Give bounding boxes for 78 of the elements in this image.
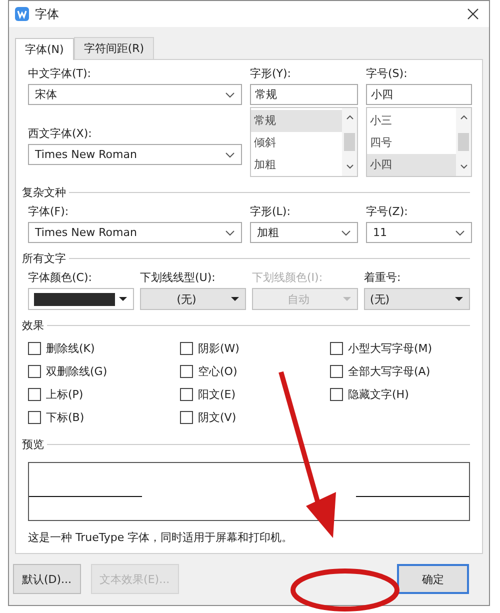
checkbox[interactable] [180,342,193,355]
button[interactable]: 默认(D)... [13,564,81,594]
list-item[interactable]: 加粗 [251,154,342,176]
scrollbar[interactable] [456,108,471,176]
checkbox-label: 双删除线(G) [46,364,108,379]
scrollbar[interactable] [342,108,357,176]
caret-icon [119,297,127,301]
checkbox-label: 全部大写字母(A) [348,364,430,379]
tab[interactable]: 字符间距(R) [74,37,154,59]
section-title: 效果 [22,318,44,333]
list-item[interactable]: 常规 [251,110,342,132]
checkbox-label: 阴影(W) [198,341,240,356]
field-label: 西文字体(X): [28,126,93,141]
field-label: 着重号: [364,270,402,285]
scroll-up-icon[interactable] [460,114,468,120]
checkbox[interactable] [28,411,41,424]
dropdown-field[interactable]: (无) [140,288,246,310]
checkbox[interactable] [330,342,343,355]
caret-icon [455,297,463,301]
field-label: 字体(F): [28,204,70,219]
close-icon[interactable] [465,6,481,22]
field-label: 字号(S): [366,66,408,81]
checkbox[interactable] [330,388,343,401]
dropdown-field[interactable]: 加粗 [250,222,358,243]
checkbox[interactable] [180,411,193,424]
dropdown-field[interactable]: Times New Roman [28,144,242,165]
field-label: 字体颜色(C): [28,270,93,285]
text-field[interactable]: 小四 [366,84,472,105]
scroll-down-icon[interactable] [460,164,468,170]
field-label: 中文字体(T): [28,66,92,81]
dropdown-field[interactable]: 11 [366,222,472,243]
section-title: 所有文字 [22,251,66,266]
app-logo-icon [15,7,29,21]
dropdown-field[interactable]: 宋体 [28,84,242,105]
checkbox[interactable] [180,388,193,401]
color-dropdown[interactable] [28,288,134,310]
checkbox[interactable] [28,388,41,401]
list-item[interactable]: 四号 [367,132,456,154]
field-label: 下划线线型(U): [140,270,216,285]
checkbox-label: 上标(P) [46,387,84,402]
checkbox[interactable] [28,342,41,355]
scroll-thumb[interactable] [458,133,469,151]
scroll-down-icon[interactable] [346,164,354,170]
field-label: 字形(L): [250,204,292,219]
section-title: 预览 [22,437,44,452]
checkbox-label: 下标(B) [46,410,84,425]
checkbox-label: 隐藏文字(H) [348,387,409,402]
tab[interactable]: 字体(N) [15,38,74,60]
chevron-down-icon [455,230,465,236]
checkbox-label: 小型大写字母(M) [348,341,432,356]
checkbox-label: 删除线(K) [46,341,95,356]
window-title: 字体 [35,6,60,22]
checkbox[interactable] [330,365,343,378]
caret-icon [343,297,351,301]
chevron-down-icon [341,230,351,236]
section-title: 复杂文种 [22,185,66,200]
chevron-down-icon [225,152,235,158]
scroll-thumb[interactable] [344,133,355,151]
button[interactable]: 确定 [397,564,469,594]
checkbox-label: 阳文(E) [198,387,236,402]
field-label: 下划线颜色(I): [252,270,324,285]
dropdown-field[interactable]: Times New Roman [28,222,242,243]
list-item[interactable]: 小三 [367,110,456,132]
chevron-down-icon [225,92,235,98]
field-label: 字形(Y): [250,66,292,81]
list-item[interactable]: 倾斜 [251,132,342,154]
text-field[interactable]: 常规 [250,84,358,105]
chevron-down-icon [225,230,235,236]
list-item[interactable]: 小四 [367,154,456,176]
field-label: 字号(Z): [366,204,409,219]
caret-icon [231,297,239,301]
checkbox[interactable] [28,365,41,378]
checkbox-label: 阴文(V) [198,410,236,425]
checkbox-label: 空心(O) [198,364,238,379]
checkbox[interactable] [180,365,193,378]
dropdown-field[interactable]: (无) [364,288,470,310]
scroll-up-icon[interactable] [346,114,354,120]
info-text: 这是一种 TrueType 字体，同时适用于屏幕和打印机。 [28,530,294,545]
